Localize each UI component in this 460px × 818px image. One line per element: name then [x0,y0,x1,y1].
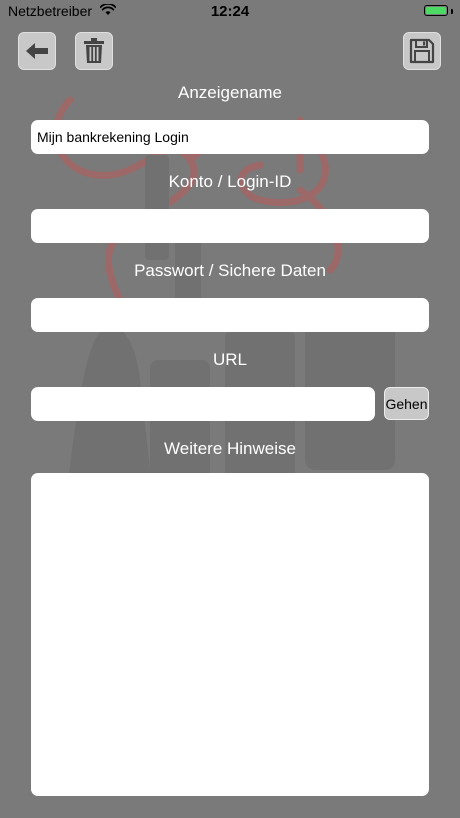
display-name-input[interactable] [31,120,429,154]
battery-icon [424,5,448,16]
arrow-left-icon [26,43,48,59]
go-button[interactable]: Gehen [384,387,429,420]
notes-label: Weitere Hinweise [164,439,296,458]
password-label: Passwort / Sichere Daten [134,261,326,280]
trash-icon [84,38,104,63]
status-bar: Netzbetreiber 12:24 [0,0,460,22]
url-label: URL [212,350,247,369]
url-input[interactable] [31,387,375,421]
delete-button[interactable] [75,32,113,70]
account-label: Konto / Login-ID [168,172,292,191]
back-button[interactable] [18,32,56,70]
password-input[interactable] [31,298,429,332]
notes-textarea[interactable] [31,473,429,796]
account-input[interactable] [31,209,429,243]
clock: 12:24 [210,3,250,20]
battery-tip [451,9,453,14]
display-name-label: Anzeigename [178,83,282,102]
floppy-disk-icon [409,38,435,64]
save-button[interactable] [403,32,441,70]
